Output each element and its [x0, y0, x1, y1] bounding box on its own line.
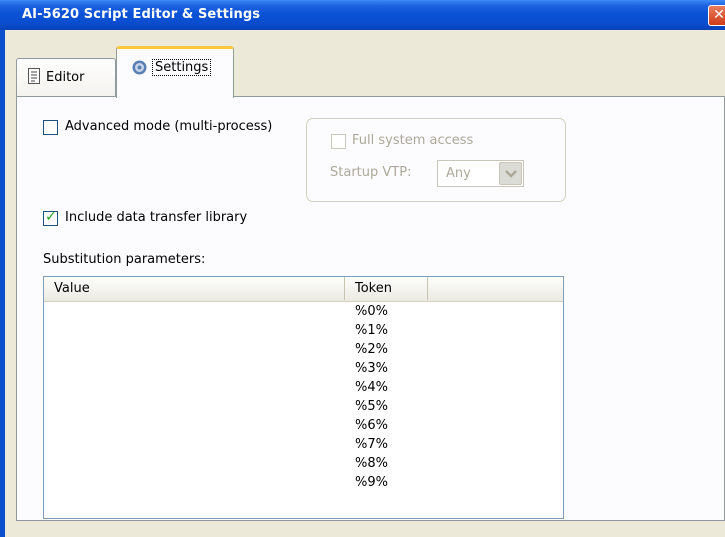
- table-row[interactable]: %7%: [355, 436, 435, 454]
- startup-vtp-value: Any: [446, 166, 471, 181]
- startup-vtp-label: Startup VTP:: [330, 165, 412, 180]
- tab-editor[interactable]: Editor: [16, 58, 116, 96]
- table-row[interactable]: %5%: [355, 398, 435, 416]
- gear-icon: [131, 59, 148, 79]
- dropdown-button[interactable]: [499, 162, 522, 185]
- include-library-checkbox[interactable]: ✓: [43, 209, 58, 226]
- startup-vtp-select[interactable]: Any: [437, 160, 524, 187]
- table-row[interactable]: %2%: [355, 341, 435, 359]
- checkmark-icon: ✓: [45, 209, 57, 225]
- tab-editor-label: Editor: [46, 70, 85, 85]
- advanced-mode-label[interactable]: Advanced mode (multi-process): [65, 119, 272, 134]
- full-system-access-label: Full system access: [352, 133, 474, 148]
- table-header: Value Token: [44, 277, 563, 302]
- substitution-parameters-table[interactable]: Value Token %0% %1% %2% %3% %4% %5% %6% …: [43, 276, 564, 519]
- substitution-parameters-label: Substitution parameters:: [43, 252, 206, 267]
- table-row[interactable]: %6%: [355, 417, 435, 435]
- tab-settings-label: Settings: [152, 59, 212, 76]
- close-button[interactable]: ✕: [708, 5, 725, 26]
- full-system-access-checkbox[interactable]: [331, 134, 346, 149]
- advanced-mode-checkbox[interactable]: [43, 120, 58, 135]
- chevron-down-icon: [505, 170, 517, 178]
- column-header-value[interactable]: Value: [44, 277, 345, 300]
- advanced-options-group: [306, 118, 566, 202]
- column-header-token[interactable]: Token: [345, 277, 428, 300]
- table-row[interactable]: %0%: [355, 303, 435, 321]
- window-title: AI-5620 Script Editor & Settings: [22, 7, 261, 22]
- include-library-label[interactable]: Include data transfer library: [65, 210, 247, 225]
- table-row[interactable]: %4%: [355, 379, 435, 397]
- title-bar[interactable]: AI-5620 Script Editor & Settings ✕: [0, 0, 725, 30]
- tab-settings[interactable]: Settings: [116, 46, 234, 98]
- document-icon: [27, 68, 41, 87]
- table-row[interactable]: %8%: [355, 455, 435, 473]
- close-icon: ✕: [713, 7, 725, 23]
- window-frame-left: [0, 30, 5, 537]
- table-row[interactable]: %9%: [355, 474, 435, 492]
- table-row[interactable]: %3%: [355, 360, 435, 378]
- table-row[interactable]: %1%: [355, 322, 435, 340]
